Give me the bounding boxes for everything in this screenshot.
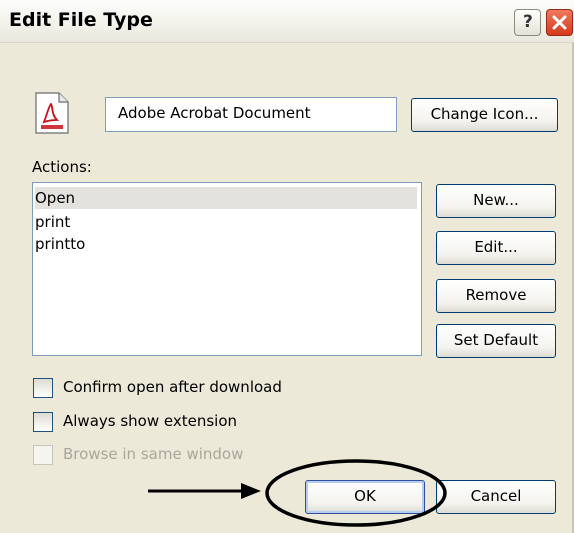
set-default-label: Set Default [453,331,539,349]
file-type-name-field[interactable]: Adobe Acrobat Document [105,97,397,132]
close-icon [552,15,567,30]
set-default-button[interactable]: Set Default [436,324,556,358]
cancel-button[interactable]: Cancel [436,480,556,514]
list-item-label: Open [35,189,76,207]
change-icon-button[interactable]: Change Icon... [411,98,558,132]
actions-label: Actions: [32,158,92,176]
list-item-printto[interactable]: printto [35,233,85,255]
list-item-print[interactable]: print [35,211,70,233]
edit-label: Edit... [474,238,518,256]
cancel-label: Cancel [470,487,522,505]
window-title: Edit File Type [9,9,153,31]
browse-same-window-checkbox [33,445,53,465]
actions-list[interactable]: Open print printto [32,182,422,356]
list-item-label: printto [35,235,86,253]
help-button[interactable]: ? [514,9,541,36]
confirm-open-label: Confirm open after download [63,378,282,396]
remove-button[interactable]: Remove [436,279,556,313]
list-item-label: print [35,213,71,231]
help-icon: ? [523,12,533,32]
list-item-open[interactable]: Open [35,187,417,209]
title-bar[interactable]: Edit File Type ? [0,0,574,43]
file-type-name-value: Adobe Acrobat Document [118,104,311,122]
new-label: New... [473,191,519,209]
close-button[interactable] [546,9,573,36]
edit-button[interactable]: Edit... [436,231,556,265]
always-show-extension-checkbox[interactable] [33,412,53,432]
browse-same-window-label: Browse in same window [63,445,244,463]
new-button[interactable]: New... [436,184,556,218]
annotation-arrow-icon [148,483,261,499]
always-show-extension-label: Always show extension [63,412,238,430]
pdf-document-icon [35,92,69,134]
edit-file-type-dialog: Edit File Type ? Adobe Acrobat Document … [0,0,574,533]
remove-label: Remove [465,286,527,304]
change-icon-label: Change Icon... [430,105,539,123]
confirm-open-checkbox[interactable] [33,378,53,398]
annotation-highlight-ellipse [265,459,447,527]
